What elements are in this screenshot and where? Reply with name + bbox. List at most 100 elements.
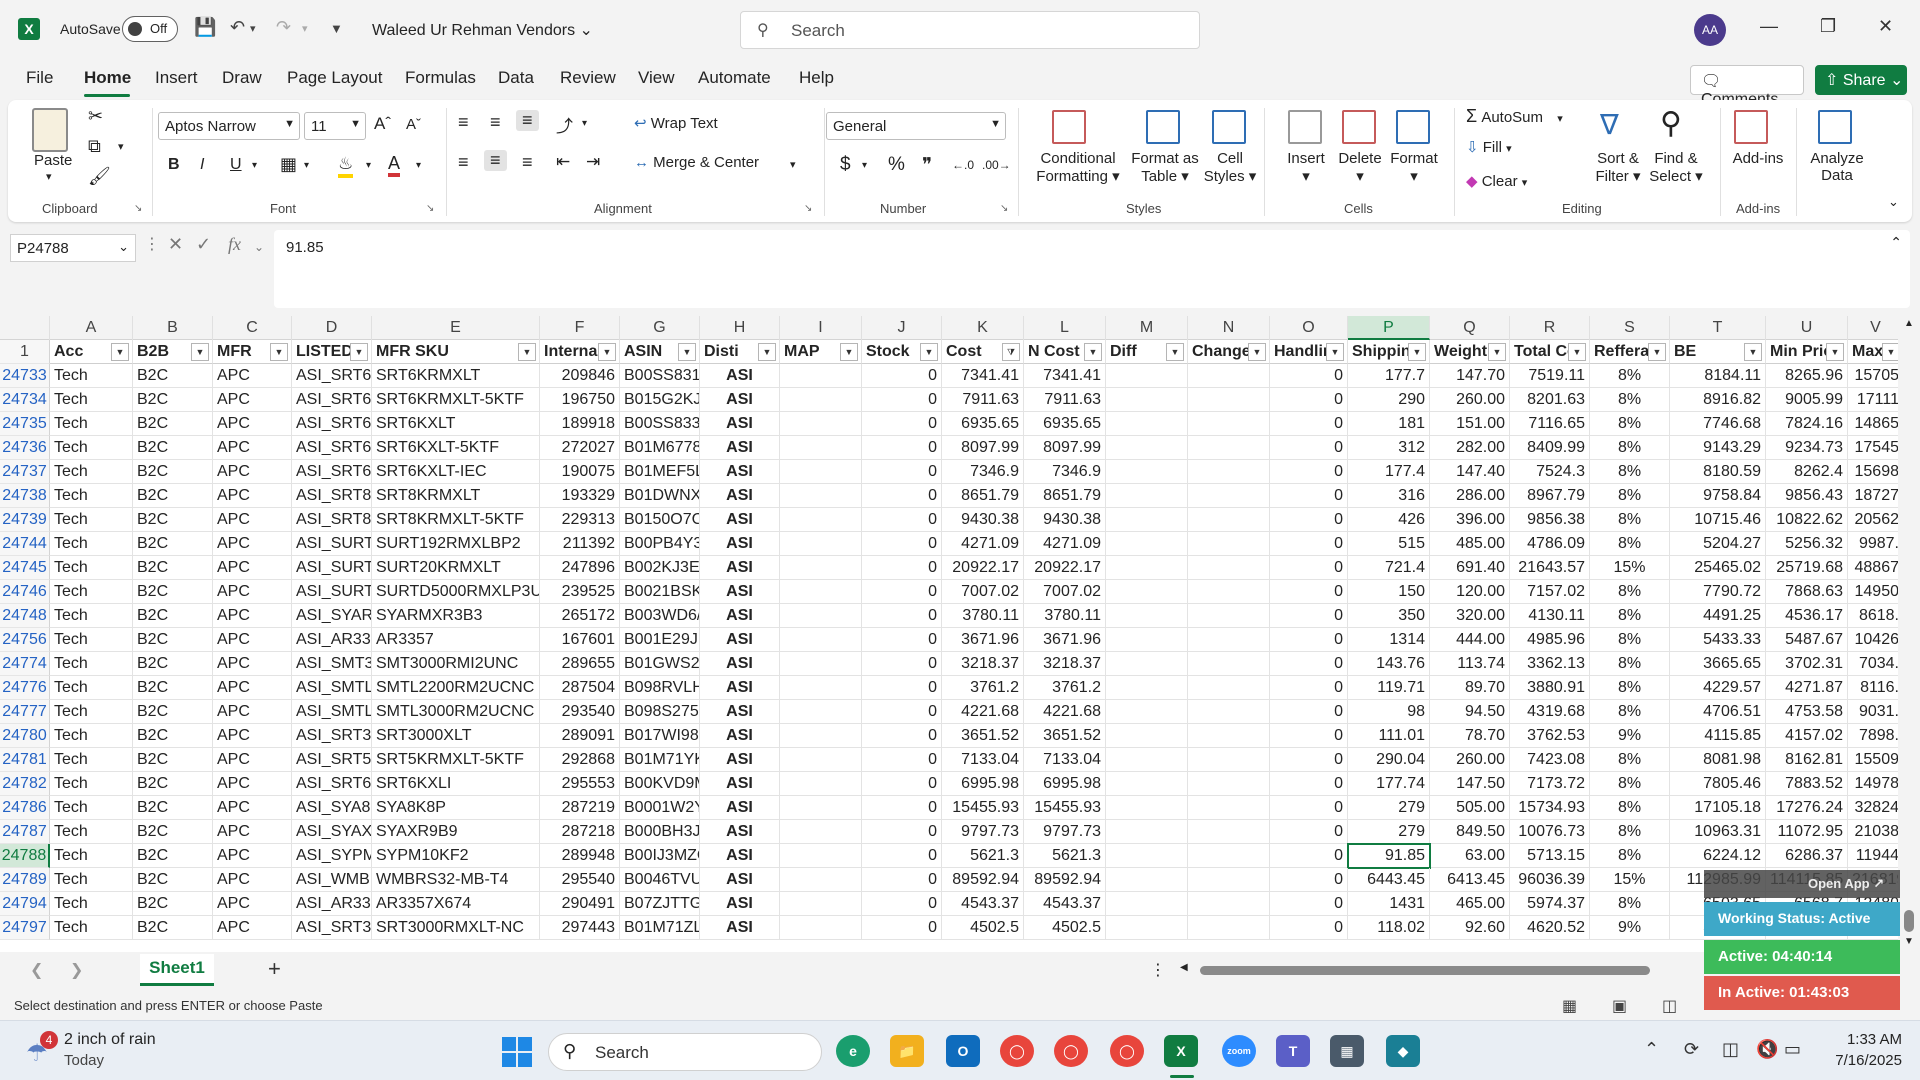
table-cell[interactable] — [1106, 436, 1188, 460]
table-cell[interactable]: 5256.32 — [1766, 532, 1848, 556]
table-cell[interactable]: ASI_SMTL3 — [292, 700, 372, 724]
table-cell[interactable]: 8% — [1590, 364, 1670, 388]
table-cell[interactable] — [1106, 796, 1188, 820]
table-cell[interactable]: 0 — [862, 484, 942, 508]
table-cell[interactable]: 0 — [862, 820, 942, 844]
row-number[interactable]: 24737 — [0, 460, 50, 484]
table-cell[interactable]: 9797.73 — [1024, 820, 1106, 844]
align-left-icon[interactable]: ≡ — [458, 152, 469, 173]
table-cell[interactable]: 0 — [862, 892, 942, 916]
prev-sheet-icon[interactable]: ❮ — [30, 960, 43, 980]
table-cell[interactable]: 3702.31 — [1766, 652, 1848, 676]
merge-dropdown-icon[interactable]: ▾ — [790, 158, 796, 171]
table-cell[interactable]: B2C — [133, 412, 213, 436]
table-cell[interactable]: APC — [213, 724, 292, 748]
table-cell[interactable]: 118.02 — [1348, 916, 1430, 940]
row-number[interactable]: 24736 — [0, 436, 50, 460]
table-cell[interactable]: 0 — [1270, 388, 1348, 412]
table-cell[interactable]: SURTD5000RMXLP3U — [372, 580, 540, 604]
table-cell[interactable]: ASI — [700, 748, 780, 772]
table-cell[interactable]: 15734.93 — [1510, 796, 1590, 820]
customize-toolbar-icon[interactable]: ▼ — [330, 21, 343, 36]
table-cell[interactable]: APC — [213, 484, 292, 508]
table-cell[interactable]: 5487.67 — [1766, 628, 1848, 652]
table-cell[interactable]: B2C — [133, 916, 213, 940]
table-cell[interactable]: 8618. — [1848, 604, 1904, 628]
table-cell[interactable]: APC — [213, 508, 292, 532]
table-cell[interactable]: APC — [213, 364, 292, 388]
table-cell[interactable]: ASI_SURT1 — [292, 532, 372, 556]
table-cell[interactable] — [780, 916, 862, 940]
row-number[interactable]: 24797 — [0, 916, 50, 940]
table-cell[interactable]: 89.70 — [1430, 676, 1510, 700]
table-cell[interactable]: 0 — [862, 532, 942, 556]
table-cell[interactable]: 8097.99 — [1024, 436, 1106, 460]
table-cell[interactable]: ASI_SMTL2 — [292, 676, 372, 700]
fill-color-dropdown-icon[interactable]: ▾ — [366, 160, 371, 171]
fill-color-icon[interactable]: ♨ — [338, 154, 354, 178]
table-cell[interactable]: B000BH3J — [620, 820, 700, 844]
table-cell[interactable]: 4786.09 — [1510, 532, 1590, 556]
table-cell[interactable]: 0 — [862, 868, 942, 892]
table-cell[interactable] — [1188, 796, 1270, 820]
table-cell[interactable]: 5621.3 — [1024, 844, 1106, 868]
table-cell[interactable]: 111.01 — [1348, 724, 1430, 748]
table-cell[interactable]: SYA8K8P — [372, 796, 540, 820]
table-cell[interactable]: 9430.38 — [1024, 508, 1106, 532]
table-cell[interactable]: 0 — [862, 604, 942, 628]
table-cell[interactable]: 289948 — [540, 844, 620, 868]
table-cell[interactable]: ASI — [700, 796, 780, 820]
table-cell[interactable]: B01DWNX — [620, 484, 700, 508]
table-cell[interactable] — [1106, 892, 1188, 916]
table-cell[interactable] — [780, 436, 862, 460]
table-cell[interactable]: 290.04 — [1348, 748, 1430, 772]
table-cell[interactable] — [780, 460, 862, 484]
table-cell[interactable]: 0 — [1270, 724, 1348, 748]
table-cell[interactable]: Tech — [50, 556, 133, 580]
table-cell[interactable]: ASI_SYAXR — [292, 820, 372, 844]
table-cell[interactable]: 295553 — [540, 772, 620, 796]
row-number[interactable]: 24781 — [0, 748, 50, 772]
table-cell[interactable]: 0 — [1270, 580, 1348, 604]
table-cell[interactable]: 0 — [1270, 604, 1348, 628]
row-number[interactable]: 24782 — [0, 772, 50, 796]
table-cell[interactable]: 9005.99 — [1766, 388, 1848, 412]
copy-dropdown-icon[interactable]: ▾ — [118, 140, 124, 153]
table-cell[interactable]: APC — [213, 436, 292, 460]
borders-dropdown-icon[interactable]: ▾ — [304, 160, 309, 171]
table-cell[interactable]: APC — [213, 580, 292, 604]
table-cell[interactable]: ASI_AR335 — [292, 892, 372, 916]
delete-cells-button[interactable]: Delete ▾ — [1330, 150, 1390, 185]
table-cell[interactable]: 1314 — [1348, 628, 1430, 652]
table-cell[interactable] — [1106, 772, 1188, 796]
table-cell[interactable]: 8097.99 — [942, 436, 1024, 460]
table-cell[interactable]: APC — [213, 820, 292, 844]
table-cell[interactable]: 0 — [1270, 652, 1348, 676]
table-cell[interactable]: Tech — [50, 844, 133, 868]
table-cell[interactable]: 8201.63 — [1510, 388, 1590, 412]
table-cell[interactable]: 7116.65 — [1510, 412, 1590, 436]
scroll-down-icon[interactable]: ▼ — [1904, 936, 1914, 947]
table-cell[interactable]: B00SS833I — [620, 412, 700, 436]
table-cell[interactable] — [780, 364, 862, 388]
table-cell[interactable]: 15% — [1590, 556, 1670, 580]
table-cell[interactable]: Tech — [50, 364, 133, 388]
table-cell[interactable]: B2C — [133, 892, 213, 916]
increase-indent-icon[interactable]: ⇥ — [586, 152, 600, 172]
table-cell[interactable]: 293540 — [540, 700, 620, 724]
table-cell[interactable]: 4502.5 — [1024, 916, 1106, 940]
table-cell[interactable]: 6935.65 — [1024, 412, 1106, 436]
table-cell[interactable]: ASI_SRT6K — [292, 412, 372, 436]
column-header-j[interactable]: J — [862, 316, 942, 340]
table-cell[interactable] — [780, 412, 862, 436]
table-cell[interactable]: 8180.59 — [1670, 460, 1766, 484]
table-cell[interactable]: 151.00 — [1430, 412, 1510, 436]
column-header-v[interactable]: V — [1848, 316, 1904, 340]
calculator-icon[interactable]: ▦ — [1330, 1035, 1364, 1067]
font-size-select[interactable]: 11 ▼ — [304, 112, 366, 140]
font-color-icon[interactable]: A — [388, 153, 401, 177]
table-cell[interactable]: 8% — [1590, 652, 1670, 676]
table-cell[interactable]: 0 — [862, 748, 942, 772]
table-cell[interactable]: 150 — [1348, 580, 1430, 604]
table-cell[interactable]: Tech — [50, 412, 133, 436]
